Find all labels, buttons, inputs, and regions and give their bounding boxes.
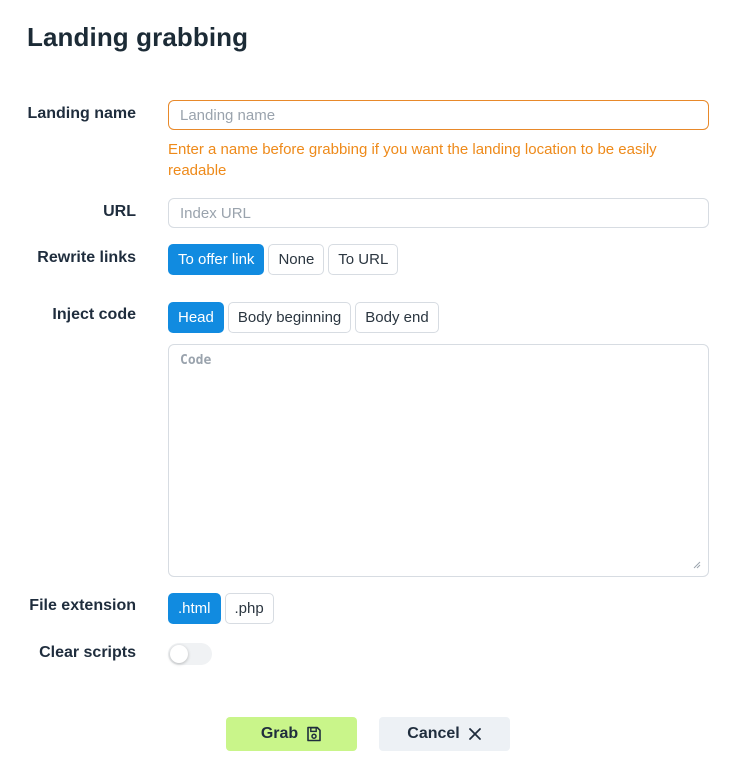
toggle-knob — [170, 645, 188, 663]
grab-button[interactable]: Grab — [226, 717, 357, 751]
rewrite-option-to-offer-link[interactable]: To offer link — [168, 244, 265, 275]
inject-option-head[interactable]: Head — [168, 302, 224, 333]
inject-option-body-beginning[interactable]: Body beginning — [227, 302, 352, 333]
clear-scripts-label: Clear scripts — [39, 644, 136, 661]
clear-scripts-toggle[interactable] — [168, 643, 212, 665]
page-title: Landing grabbing — [27, 22, 249, 52]
inject-code-label: Inject code — [52, 306, 136, 323]
file-extension-selector: .html .php — [168, 593, 274, 624]
rewrite-option-to-url[interactable]: To URL — [328, 244, 399, 275]
url-label: URL — [103, 203, 136, 220]
rewrite-links-label: Rewrite links — [37, 249, 136, 266]
landing-name-label: Landing name — [27, 105, 136, 122]
rewrite-option-none[interactable]: None — [268, 244, 325, 275]
cancel-button[interactable]: Cancel — [379, 717, 510, 751]
extension-option-php[interactable]: .php — [224, 593, 274, 624]
url-input[interactable] — [168, 198, 709, 228]
extension-option-html[interactable]: .html — [168, 593, 221, 624]
cancel-button-label: Cancel — [407, 725, 460, 742]
inject-option-body-end[interactable]: Body end — [355, 302, 439, 333]
file-extension-label: File extension — [29, 597, 136, 614]
landing-name-hint: Enter a name before grabbing if you want… — [168, 141, 657, 179]
grab-button-label: Grab — [260, 725, 299, 742]
close-icon — [468, 728, 481, 740]
landing-name-input[interactable] — [168, 100, 709, 130]
save-icon — [307, 726, 321, 742]
rewrite-links-selector: To offer link None To URL — [168, 244, 399, 275]
code-textarea[interactable] — [168, 344, 709, 577]
resize-handle-icon[interactable] — [692, 560, 701, 569]
inject-code-selector: Head Body beginning Body end — [168, 302, 439, 333]
